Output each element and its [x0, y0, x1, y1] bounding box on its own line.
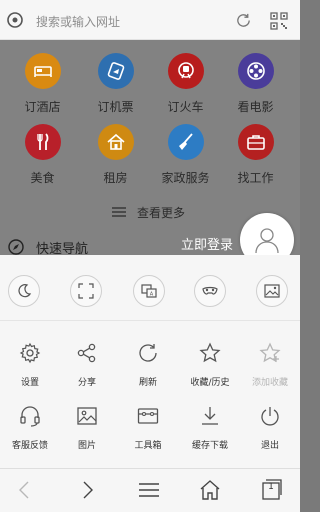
bottom-toolbar: 1 — [0, 468, 300, 512]
grid-item-label: 租房 — [103, 171, 128, 185]
feedback-button[interactable]: 客服反馈 — [0, 405, 60, 469]
globe-icon — [7, 12, 23, 28]
download-icon — [202, 407, 218, 425]
menu-item-label: 添加收藏 — [251, 378, 288, 388]
chevron-right-icon — [83, 481, 93, 499]
plane-ticket-icon — [107, 62, 125, 80]
home-button[interactable] — [199, 479, 221, 501]
chevron-left-icon — [19, 481, 29, 499]
reload-icon[interactable] — [235, 12, 252, 29]
search-bar[interactable]: 搜索或输入网址 — [0, 0, 300, 40]
night-mode-toggle[interactable] — [8, 275, 40, 307]
incognito-toggle[interactable] — [194, 275, 226, 307]
fullscreen-icon — [78, 283, 94, 299]
toolbox-button[interactable]: 工具箱 — [118, 405, 178, 469]
menu-item-label: 设置 — [20, 378, 39, 388]
toolbox-icon — [137, 408, 159, 424]
bed-icon — [34, 66, 52, 77]
star-add-icon — [259, 342, 281, 363]
menu-item-label: 分享 — [77, 378, 96, 388]
tabs-button[interactable]: 1 — [261, 479, 283, 501]
grid-item-jobs[interactable]: 找工作 — [218, 113, 293, 185]
home-icon — [200, 480, 220, 500]
house-icon — [107, 133, 125, 150]
menu-item-label: 退出 — [260, 441, 279, 451]
moon-icon — [18, 284, 32, 298]
grid-item-hotel[interactable]: 订酒店 — [5, 42, 80, 114]
menu-item-label: 收藏/历史 — [190, 378, 230, 388]
qr-scan-icon[interactable] — [270, 12, 288, 30]
grid-item-label: 家政服务 — [161, 171, 210, 185]
grid-item-label: 找工作 — [237, 171, 274, 185]
grid-item-food[interactable]: 美食 — [5, 113, 80, 185]
grid-item-label: 美食 — [30, 171, 55, 185]
grid-item-train[interactable]: 订火车 — [148, 42, 223, 114]
star-icon — [199, 342, 221, 363]
fork-knife-icon — [37, 133, 49, 150]
briefcase-icon — [247, 135, 265, 150]
menu-item-label: 工具箱 — [134, 441, 162, 451]
settings-button[interactable]: 设置 — [0, 342, 60, 406]
power-icon — [261, 407, 279, 426]
grid-item-housekeeping[interactable]: 家政服务 — [148, 113, 223, 185]
images-button[interactable]: 图片 — [57, 405, 117, 469]
grid-item-flight[interactable]: 订机票 — [78, 42, 153, 114]
forward-button[interactable] — [76, 479, 98, 501]
back-button[interactable] — [14, 479, 36, 501]
share-icon — [77, 343, 96, 363]
user-icon — [255, 228, 279, 254]
bookmarks-history-button[interactable]: 收藏/历史 — [180, 342, 240, 406]
view-more-label: 查看更多 — [137, 206, 186, 220]
menu-button[interactable] — [138, 479, 160, 501]
fullscreen-toggle[interactable] — [70, 275, 102, 307]
refresh-icon — [139, 344, 157, 362]
search-input[interactable]: 搜索或输入网址 — [36, 13, 120, 30]
exit-button[interactable]: 退出 — [240, 405, 300, 469]
grid-item-rent[interactable]: 租房 — [78, 113, 153, 185]
grid-item-movie[interactable]: 看电影 — [218, 42, 293, 114]
translate-toggle[interactable]: A — [133, 275, 165, 307]
gear-icon — [19, 342, 41, 364]
hamburger-icon — [139, 483, 159, 497]
login-label[interactable]: 立即登录 — [181, 234, 233, 253]
add-bookmark-button[interactable]: 添加收藏 — [240, 342, 300, 406]
translate-icon: A — [141, 284, 157, 298]
broom-icon — [179, 133, 193, 150]
no-image-toggle[interactable] — [256, 275, 288, 307]
svg-text:A: A — [150, 292, 154, 298]
image-icon — [77, 407, 97, 425]
toggle-row: A — [0, 255, 300, 321]
menu-panel: A 设置 分享 刷新 收藏/历史 添加收藏 客服反馈 图片 工具箱 缓存下载 退… — [0, 255, 300, 468]
refresh-button[interactable]: 刷新 — [118, 342, 178, 406]
menu-item-label: 图片 — [77, 441, 96, 451]
share-button[interactable]: 分享 — [57, 342, 117, 406]
menu-item-label: 客服反馈 — [11, 441, 48, 451]
menu-item-label: 刷新 — [138, 378, 157, 388]
train-icon — [178, 62, 194, 79]
no-image-icon — [264, 284, 280, 298]
incognito-mask-icon — [202, 286, 218, 295]
tab-count: 1 — [268, 482, 274, 492]
menu-item-label: 缓存下载 — [191, 441, 228, 451]
downloads-button[interactable]: 缓存下载 — [180, 405, 240, 469]
headset-icon — [20, 406, 40, 427]
film-reel-icon — [247, 62, 265, 80]
menu-lines-icon — [112, 207, 126, 217]
compass-icon — [8, 239, 24, 255]
